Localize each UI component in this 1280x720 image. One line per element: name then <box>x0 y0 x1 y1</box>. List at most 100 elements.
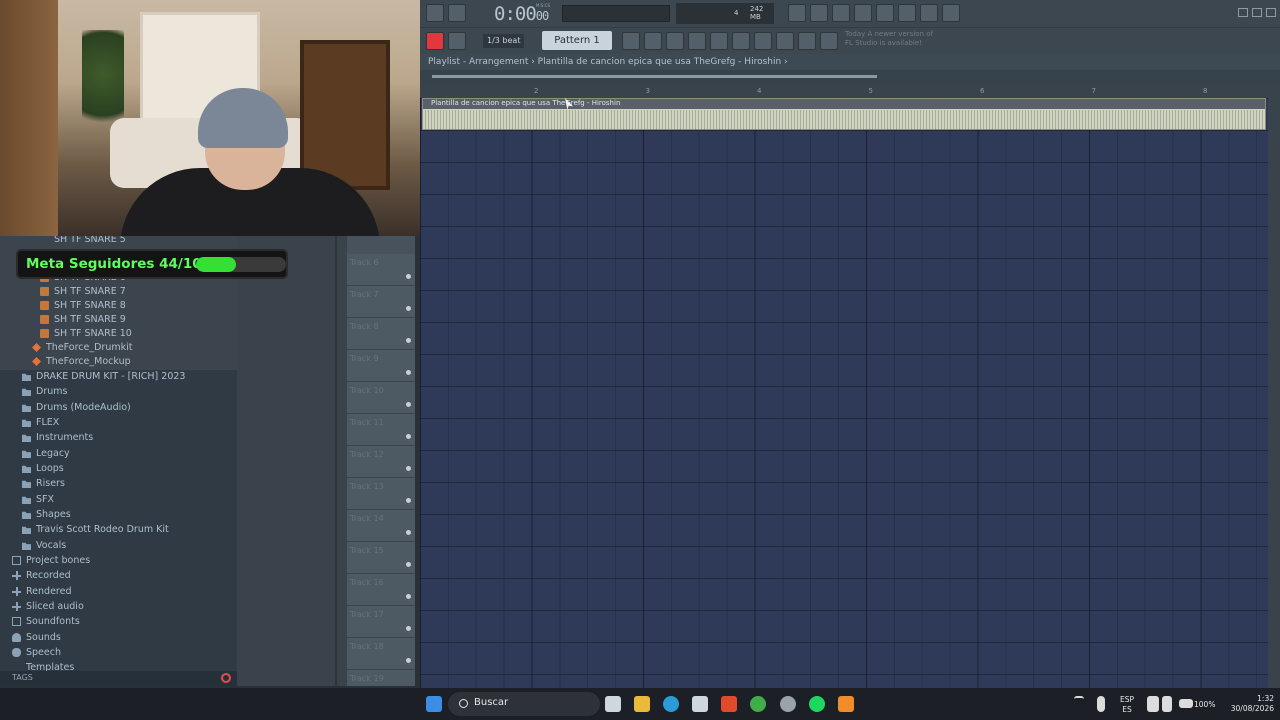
playlist-vertical-scrollbar[interactable] <box>1268 98 1280 688</box>
wifi-icon[interactable] <box>1147 696 1159 712</box>
pattern-selector[interactable]: Pattern 1 <box>542 31 612 50</box>
menu-icon[interactable] <box>426 4 444 22</box>
browser-folder[interactable]: Loops <box>22 461 64 476</box>
input-language[interactable]: ESP ES <box>1115 695 1139 715</box>
browser-folder[interactable]: FLEX <box>22 415 59 430</box>
task-view-icon[interactable] <box>605 696 621 712</box>
track-header[interactable]: Track 15 <box>347 542 415 574</box>
fl-studio-icon[interactable] <box>838 696 854 712</box>
browser-folder[interactable]: Risers <box>22 476 65 491</box>
search-icon[interactable] <box>221 673 231 683</box>
track-header[interactable]: Track 16 <box>347 574 415 606</box>
help-icon[interactable] <box>854 4 872 22</box>
channel-rack-icon[interactable] <box>666 32 684 50</box>
track-header[interactable]: Track 12 <box>347 446 415 478</box>
link-icon[interactable] <box>426 32 444 50</box>
track-header[interactable]: Track 8 <box>347 318 415 350</box>
track-mute-dot[interactable] <box>406 466 411 471</box>
browser-root-folder[interactable]: Recorded <box>12 568 71 583</box>
browser-root-folder[interactable]: Project bones <box>12 553 90 568</box>
microphone-icon[interactable] <box>1097 696 1105 712</box>
mic-icon[interactable] <box>832 4 850 22</box>
browser-folder[interactable]: Drums (ModeAudio) <box>22 400 131 415</box>
playlist-overview-scrollbar[interactable] <box>420 70 1280 84</box>
volume-icon[interactable] <box>1162 696 1172 712</box>
tags-bar[interactable]: TAGS <box>0 671 237 686</box>
browser-folder[interactable]: Travis Scott Rodeo Drum Kit <box>22 522 169 537</box>
chat-icon[interactable] <box>920 4 938 22</box>
plugin-picker-icon[interactable] <box>754 32 772 50</box>
piano-roll-icon[interactable] <box>622 32 640 50</box>
taskbar-search[interactable]: Buscar <box>448 692 600 716</box>
news-panel[interactable]: Today A newer version of FL Studio is av… <box>845 30 935 48</box>
track-mute-dot[interactable] <box>406 434 411 439</box>
browser-root-folder[interactable]: Sliced audio <box>12 599 84 614</box>
tools-icon[interactable] <box>798 32 816 50</box>
plugin-icon[interactable] <box>876 4 894 22</box>
browser-folder[interactable]: Legacy <box>22 446 70 461</box>
browser-folder[interactable]: Drums <box>22 384 67 399</box>
track-header[interactable]: Track 17 <box>347 606 415 638</box>
scrollbar-thumb[interactable] <box>432 75 877 78</box>
minimize-icon[interactable] <box>1238 8 1248 17</box>
track-header[interactable]: Track 14 <box>347 510 415 542</box>
playlist-titlebar[interactable]: Playlist - Arrangement › Plantilla de ca… <box>420 54 1280 70</box>
track-header[interactable]: Track 7 <box>347 286 415 318</box>
edge-icon[interactable] <box>663 696 679 712</box>
browser-folder[interactable]: DRAKE DRUM KIT - [RICH] 2023 <box>22 369 185 384</box>
brave-icon[interactable] <box>721 696 737 712</box>
browser-file[interactable]: SH TF SNARE 8 <box>40 298 126 313</box>
close-icon[interactable] <box>1266 8 1276 17</box>
file-explorer-icon[interactable] <box>634 696 650 712</box>
locked-icon[interactable] <box>820 32 838 50</box>
panel-divider[interactable] <box>335 236 337 686</box>
pattern-song-icon[interactable] <box>448 4 466 22</box>
maximize-icon[interactable] <box>1252 8 1262 17</box>
snap-selector[interactable]: 1/3 beat <box>483 34 525 48</box>
track-header[interactable]: Track 9 <box>347 350 415 382</box>
spotify-icon[interactable] <box>809 696 825 712</box>
stamp-icon[interactable] <box>448 32 466 50</box>
track-mute-dot[interactable] <box>406 274 411 279</box>
track-mute-dot[interactable] <box>406 562 411 567</box>
track-header[interactable]: Track 10 <box>347 382 415 414</box>
browser-folder[interactable]: SFX <box>22 492 54 507</box>
track-mute-dot[interactable] <box>406 626 411 631</box>
steam-icon[interactable] <box>780 696 796 712</box>
browser-folder[interactable]: Instruments <box>22 430 93 445</box>
browser-folder[interactable]: Vocals <box>22 538 66 553</box>
mixer-icon[interactable] <box>898 4 916 22</box>
metronome-icon[interactable] <box>788 4 806 22</box>
xbox-icon[interactable] <box>750 696 766 712</box>
windows-start-icon[interactable] <box>426 696 442 712</box>
track-mute-dot[interactable] <box>406 658 411 663</box>
track-mute-dot[interactable] <box>406 402 411 407</box>
browser-project[interactable]: TheForce_Drumkit <box>32 340 132 355</box>
browser-file[interactable]: SH TF SNARE 9 <box>40 312 126 327</box>
browser-root-folder[interactable]: Rendered <box>12 584 72 599</box>
browser-root-folder[interactable]: Sounds <box>12 630 61 645</box>
project-icon[interactable] <box>732 32 750 50</box>
browser-icon[interactable] <box>710 32 728 50</box>
touch-icon[interactable] <box>776 32 794 50</box>
playlist-icon[interactable] <box>644 32 662 50</box>
track-header[interactable]: Track 6 <box>347 254 415 286</box>
track-header[interactable]: Track 11 <box>347 414 415 446</box>
track-mute-dot[interactable] <box>406 338 411 343</box>
browser-file[interactable]: SH TF SNARE 5 <box>54 236 126 247</box>
track-mute-dot[interactable] <box>406 594 411 599</box>
track-header[interactable]: Track 13 <box>347 478 415 510</box>
browser-file[interactable]: SH TF SNARE 7 <box>40 284 126 299</box>
timeline-ruler[interactable]: 2 3 4 5 6 7 8 <box>420 84 1280 98</box>
browser-root-folder[interactable]: Speech <box>12 645 61 660</box>
track-header[interactable]: Track 18 <box>347 638 415 670</box>
mixer-view-icon[interactable] <box>688 32 706 50</box>
playlist-grid[interactable] <box>420 98 1268 688</box>
audio-clip-header[interactable]: Plantilla de cancion epica que usa TheGr… <box>423 99 1265 109</box>
browser-project[interactable]: TheForce_Mockup <box>32 354 131 369</box>
clock[interactable]: 1:32 30/08/2026 <box>1222 694 1274 714</box>
track-mute-dot[interactable] <box>406 498 411 503</box>
track-mute-dot[interactable] <box>406 306 411 311</box>
track-mute-dot[interactable] <box>406 370 411 375</box>
browser-folder[interactable]: Shapes <box>22 507 71 522</box>
